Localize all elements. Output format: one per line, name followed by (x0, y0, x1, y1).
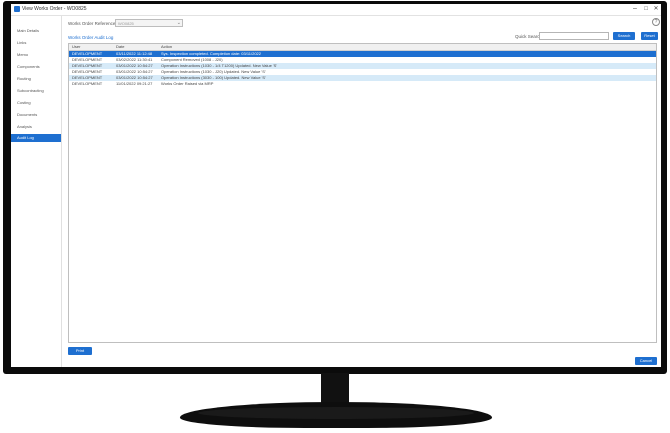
cell-user: DEVELOPMENT (72, 81, 103, 86)
sidebar-item-memo[interactable]: Memo (11, 51, 61, 59)
help-icon[interactable]: ? (652, 18, 660, 26)
sidebar-item-subcontracting[interactable]: Subcontracting (11, 87, 61, 95)
reset-button[interactable]: Reset (641, 32, 658, 40)
table-row[interactable]: DEVELOPMENT 11/01/2022 09:21:27 Works Or… (69, 81, 656, 87)
cancel-button[interactable]: Cancel (635, 357, 657, 365)
cell-date: 11/01/2022 09:21:27 (116, 81, 153, 86)
quick-search-label: Quick Search (515, 34, 543, 39)
title-bar: View Works Order - WO0825 – □ ✕ (11, 4, 661, 16)
chevron-down-icon: ⌄ (176, 20, 181, 26)
works-order-reference-value: WO0825 (118, 21, 134, 26)
print-button[interactable]: Print (68, 347, 92, 355)
works-order-reference-select[interactable]: WO0825 ⌄ (115, 19, 183, 27)
sidebar: Main Details Links Memo Components Routi… (11, 16, 62, 367)
app-window: View Works Order - WO0825 – □ ✕ ? Main D… (11, 4, 661, 367)
sidebar-item-main-details[interactable]: Main Details (11, 27, 61, 35)
quick-search-input[interactable] (539, 32, 609, 40)
table-header: User Date Action (69, 44, 656, 51)
section-title: Works Order Audit Log (68, 35, 114, 40)
maximize-button[interactable]: □ (641, 4, 651, 14)
sidebar-item-analysis[interactable]: Analysis (11, 123, 61, 131)
sidebar-item-documents[interactable]: Documents (11, 111, 61, 119)
sidebar-item-audit-log[interactable]: Audit Log (11, 134, 61, 142)
works-order-reference-label: Works Order Reference (68, 21, 116, 26)
window-title: View Works Order - WO0825 (22, 6, 87, 12)
sidebar-item-components[interactable]: Components (11, 63, 61, 71)
sidebar-item-routing[interactable]: Routing (11, 75, 61, 83)
sidebar-item-links[interactable]: Links (11, 39, 61, 47)
column-header-action[interactable]: Action (161, 44, 172, 50)
cell-action: Works Order Raised via MRP (161, 81, 214, 86)
sidebar-item-costing[interactable]: Costing (11, 99, 61, 107)
search-button[interactable]: Search (613, 32, 635, 40)
minimize-button[interactable]: – (630, 4, 640, 14)
monitor-bezel: View Works Order - WO0825 – □ ✕ ? Main D… (3, 1, 667, 374)
app-icon (14, 6, 20, 12)
column-header-date[interactable]: Date (116, 44, 124, 50)
monitor-stand-base-highlight (198, 407, 474, 419)
audit-log-table: User Date Action DEVELOPMENT 03/11/2022 … (68, 43, 657, 343)
column-header-user[interactable]: User (72, 44, 80, 50)
close-button[interactable]: ✕ (651, 4, 661, 14)
